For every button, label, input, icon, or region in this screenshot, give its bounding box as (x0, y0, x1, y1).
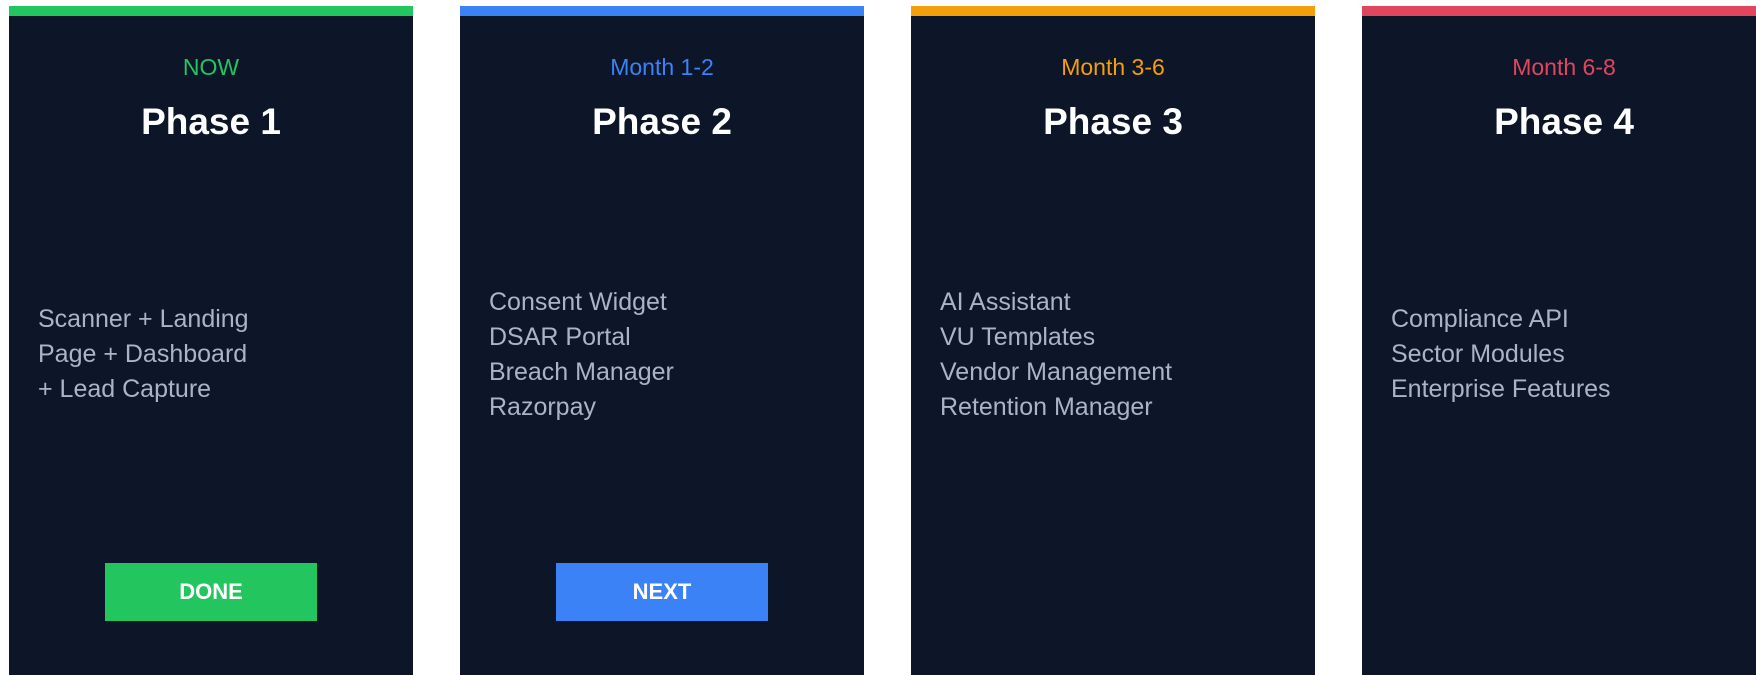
phase-timeframe: NOW (182, 54, 240, 80)
phase-timeframe: Month 6-8 (1512, 54, 1616, 80)
phase-feature-list: Consent Widget DSAR Portal Breach Manage… (489, 285, 844, 425)
phase-card-3: Month 3-6 Phase 3 AI Assistant VU Templa… (911, 6, 1315, 675)
phase-feature-list: Compliance API Sector Modules Enterprise… (1391, 302, 1746, 407)
feature-item: VU Templates (940, 323, 1096, 351)
phase-title: Phase 3 (1043, 101, 1183, 142)
feature-item: Enterprise Features (1391, 375, 1611, 403)
feature-item: + Lead Capture (38, 375, 212, 403)
feature-item: Vendor Management (940, 358, 1173, 386)
phase-timeframe: Month 3-6 (1061, 54, 1165, 80)
feature-item: Retention Manager (940, 393, 1153, 421)
feature-item: Page + Dashboard (38, 340, 248, 368)
phase-card-4: Month 6-8 Phase 4 Compliance API Sector … (1362, 6, 1756, 675)
phase-feature-list: AI Assistant VU Templates Vendor Managem… (940, 285, 1295, 425)
feature-item: Breach Manager (489, 358, 674, 386)
phase-timeframe: Month 1-2 (610, 54, 714, 80)
phase-accent-bar (1362, 6, 1756, 16)
feature-item: Razorpay (489, 393, 596, 421)
phase-title: Phase 2 (592, 101, 732, 142)
feature-item: AI Assistant (940, 288, 1071, 316)
phase-feature-list: Scanner + Landing Page + Dashboard + Lea… (38, 302, 393, 407)
phase-accent-bar (460, 6, 864, 16)
done-button[interactable]: DONE (105, 563, 317, 621)
feature-item: Consent Widget (489, 288, 667, 316)
phase-title: Phase 1 (141, 101, 281, 142)
phase-card-2: Month 1-2 Phase 2 Consent Widget DSAR Po… (460, 6, 864, 675)
phase-title: Phase 4 (1494, 101, 1634, 142)
roadmap-board: NOW Phase 1 Scanner + Landing Page + Das… (0, 0, 1756, 675)
phase-accent-bar (911, 6, 1315, 16)
phase-accent-bar (9, 6, 413, 16)
feature-item: Sector Modules (1391, 340, 1565, 368)
next-button[interactable]: NEXT (556, 563, 768, 621)
feature-item: DSAR Portal (489, 323, 631, 351)
phase-card-1: NOW Phase 1 Scanner + Landing Page + Das… (9, 6, 413, 675)
feature-item: Scanner + Landing (38, 305, 249, 333)
feature-item: Compliance API (1391, 305, 1569, 333)
